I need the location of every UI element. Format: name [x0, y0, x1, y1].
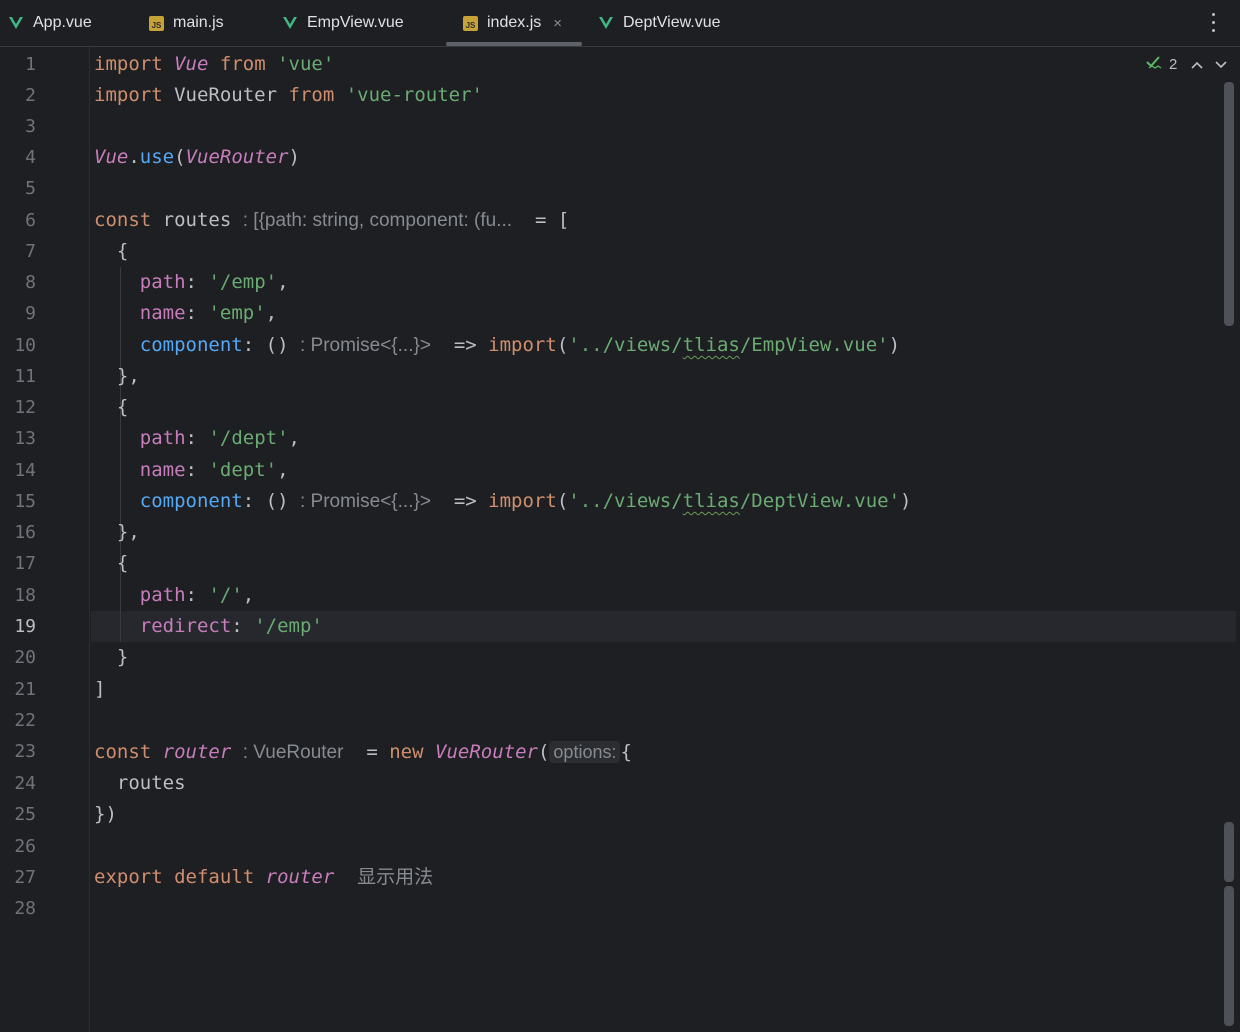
tab-empview-vue[interactable]: EmpView.vue: [282, 0, 404, 46]
editor-tab-bar: App.vue JS main.js EmpView.vue JS index.…: [0, 0, 1240, 47]
scrollbar-thumb[interactable]: [1224, 82, 1234, 326]
line-number: 20: [14, 647, 36, 668]
line-number: 14: [14, 460, 36, 481]
tab-deptview-vue[interactable]: DeptView.vue: [598, 0, 721, 46]
tab-label: main.js: [173, 14, 224, 31]
line-number: 26: [14, 836, 36, 857]
code-line-9[interactable]: name: 'emp',: [94, 298, 277, 329]
active-tab-indicator: [446, 42, 582, 46]
scrollbar-marker: [1224, 822, 1234, 882]
close-icon[interactable]: ×: [553, 15, 562, 32]
inspection-widget[interactable]: 2: [1146, 54, 1227, 74]
line-number: 4: [25, 147, 36, 168]
line-number: 24: [14, 773, 36, 794]
code-line-11[interactable]: },: [94, 361, 140, 392]
code-line-13[interactable]: path: '/dept',: [94, 423, 300, 454]
vue-icon: [283, 17, 297, 29]
code-line-4[interactable]: Vue.use(VueRouter): [94, 142, 300, 173]
type-hint: : VueRouter: [242, 742, 344, 763]
line-number: 15: [14, 491, 36, 512]
chevron-up-icon[interactable]: [1191, 56, 1203, 72]
tab-label: index.js: [487, 14, 542, 31]
vue-icon: [599, 17, 613, 29]
line-number: 17: [14, 553, 36, 574]
code-line-23[interactable]: const router : VueRouter = new VueRouter…: [94, 737, 632, 768]
code-line-6[interactable]: const routes : [{path: string, component…: [94, 205, 569, 236]
js-icon: JS: [463, 15, 478, 31]
line-number: 18: [14, 585, 36, 606]
line-number: 7: [25, 241, 36, 262]
line-number: 9: [25, 303, 36, 324]
type-hint: : Promise<{...}>: [299, 491, 431, 512]
line-number: 3: [25, 116, 36, 137]
tab-label: EmpView.vue: [307, 14, 404, 31]
line-number: 10: [14, 335, 36, 356]
tab-main-js[interactable]: JS main.js: [149, 0, 224, 46]
line-number-current: 19: [14, 616, 36, 637]
vue-icon: [9, 17, 23, 29]
code-line-1[interactable]: import Vue from 'vue': [94, 49, 334, 80]
line-number: 8: [25, 272, 36, 293]
line-number: 25: [14, 804, 36, 825]
code-line-2[interactable]: import VueRouter from 'vue-router': [94, 80, 483, 111]
tab-index-js[interactable]: JS index.js ×: [463, 0, 562, 46]
line-number-gutter: 1 2 3 4 5 6 7 8 9 10 11 12 13 14 15 16 1…: [0, 47, 90, 1032]
code-line-25[interactable]: }): [94, 799, 117, 830]
inspection-count: 2: [1169, 55, 1178, 73]
scrollbar-marker: [1224, 886, 1234, 1026]
tab-app-vue[interactable]: App.vue: [8, 0, 92, 46]
type-hint: : [{path: string, component: (fu...: [242, 210, 513, 231]
code-line-12[interactable]: {: [94, 392, 128, 423]
code-line-15[interactable]: component: () : Promise<{...}> => import…: [94, 486, 912, 517]
parameter-hint: options:: [549, 741, 621, 763]
chevron-down-icon[interactable]: [1215, 56, 1227, 72]
check-icon: [1146, 55, 1164, 73]
type-hint: : Promise<{...}>: [299, 335, 431, 356]
line-number: 2: [25, 85, 36, 106]
line-number: 6: [25, 210, 36, 231]
show-usages-hint[interactable]: 显示用法: [357, 867, 433, 888]
code-line-24[interactable]: routes: [94, 768, 186, 799]
line-number: 1: [25, 54, 36, 75]
line-number: 5: [25, 178, 36, 199]
code-line-10[interactable]: component: () : Promise<{...}> => import…: [94, 330, 900, 361]
code-line-18[interactable]: path: '/',: [94, 580, 254, 611]
line-number: 12: [14, 397, 36, 418]
js-icon: JS: [149, 15, 164, 31]
line-number: 13: [14, 428, 36, 449]
more-options-icon[interactable]: [1206, 10, 1220, 34]
code-line-17[interactable]: {: [94, 548, 128, 579]
tab-label: App.vue: [33, 14, 92, 31]
code-line-14[interactable]: name: 'dept',: [94, 455, 289, 486]
line-number: 28: [14, 898, 36, 919]
code-line-16[interactable]: },: [94, 517, 140, 548]
line-number: 21: [14, 679, 36, 700]
line-number: 16: [14, 522, 36, 543]
line-number: 27: [14, 867, 36, 888]
code-line-19[interactable]: redirect: '/emp': [94, 611, 323, 642]
line-number: 23: [14, 741, 36, 762]
code-line-21[interactable]: ]: [94, 674, 105, 705]
code-line-7[interactable]: {: [94, 236, 128, 267]
line-number: 22: [14, 710, 36, 731]
code-line-8[interactable]: path: '/emp',: [94, 267, 289, 298]
tab-label: DeptView.vue: [623, 14, 721, 31]
code-line-27[interactable]: export default router 显示用法: [94, 862, 433, 893]
code-line-20[interactable]: }: [94, 642, 128, 673]
line-number: 11: [14, 366, 36, 387]
